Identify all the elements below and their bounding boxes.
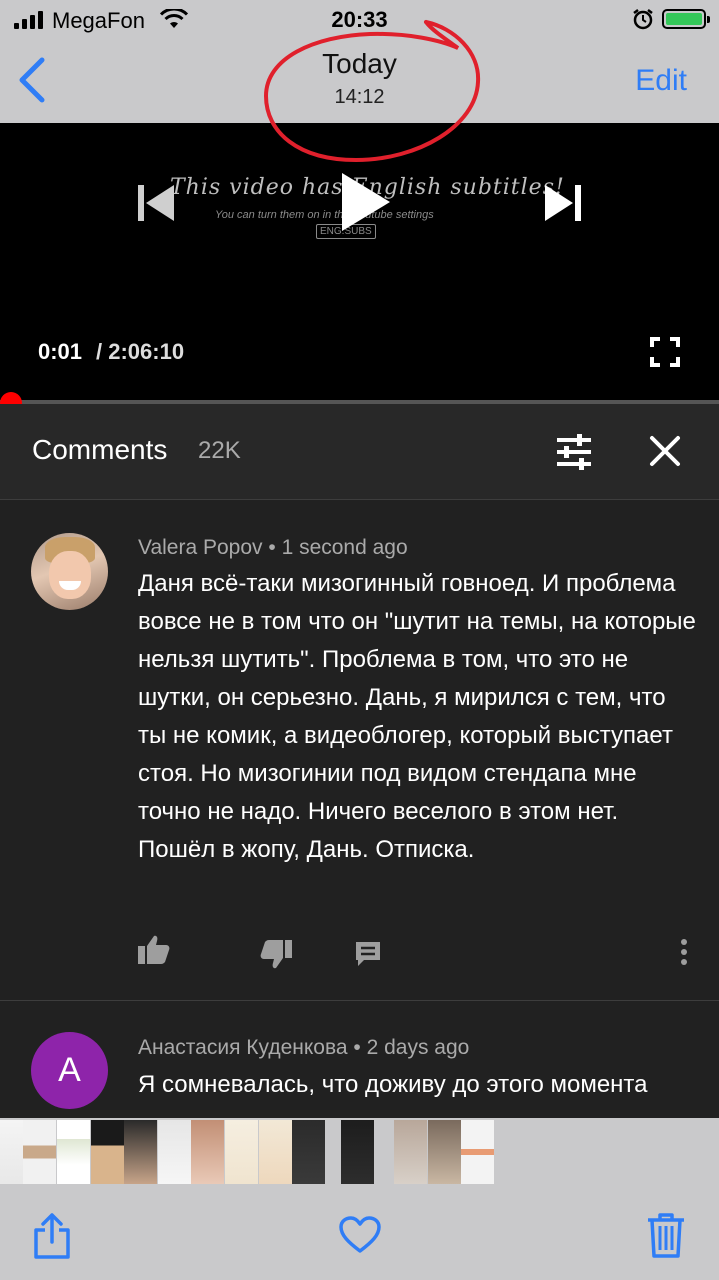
status-bar: MegaFon 20:33	[0, 0, 719, 40]
next-track-icon[interactable]	[543, 185, 581, 221]
comments-count: 22K	[198, 437, 241, 464]
dislike-icon[interactable]	[260, 940, 292, 970]
like-icon[interactable]	[138, 934, 170, 964]
comments-title: Comments	[32, 434, 168, 465]
fullscreen-icon[interactable]	[650, 337, 680, 367]
sort-filter-icon[interactable]	[555, 434, 593, 470]
comment-author[interactable]: Анастасия Куденкова	[138, 1036, 348, 1059]
alarm-icon	[633, 9, 653, 30]
photo-thumbnail[interactable]	[341, 1120, 374, 1184]
photo-thumbnail-strip[interactable]	[0, 1118, 719, 1186]
comment-meta: Valera Popov • 1 second ago	[138, 536, 408, 559]
nav-subtitle-time: 14:12	[334, 86, 385, 108]
photo-thumbnail[interactable]	[158, 1120, 191, 1184]
comment-meta: Анастасия Куденкова • 2 days ago	[138, 1036, 470, 1059]
previous-track-icon[interactable]	[138, 185, 176, 221]
delete-trash-icon[interactable]	[646, 1212, 686, 1258]
reply-icon[interactable]	[354, 940, 382, 968]
comment-text: Я сомневалась, что доживу до этого момен…	[138, 1071, 648, 1098]
play-icon[interactable]	[340, 171, 392, 233]
duration: / 2:06:10	[96, 339, 185, 364]
photo-thumbnail[interactable]	[428, 1120, 461, 1184]
photo-thumbnail[interactable]	[57, 1120, 90, 1184]
comment-text: Даня всё-таки мизогинный говноед. И проб…	[138, 570, 696, 863]
photo-thumbnail[interactable]	[191, 1120, 224, 1184]
photos-top-bar: MegaFon 20:33 Today 14:12 Edit	[0, 0, 719, 123]
video-player[interactable]: This video has English subtitles! You ca…	[0, 123, 719, 403]
comment-age: 1 second ago	[281, 536, 408, 559]
comment-actions	[0, 934, 719, 974]
photo-thumbnail[interactable]	[259, 1120, 292, 1184]
photo-thumbnail[interactable]	[394, 1120, 427, 1184]
comment-item: A Анастасия Куденкова • 2 days ago Я сом…	[0, 1002, 719, 1118]
photo-thumbnail[interactable]	[461, 1120, 494, 1184]
battery-icon	[662, 9, 710, 29]
avatar[interactable]	[31, 533, 108, 610]
avatar[interactable]: A	[31, 1032, 108, 1109]
photo-thumbnail[interactable]	[225, 1120, 258, 1184]
photo-thumbnail[interactable]	[292, 1120, 325, 1184]
photos-bottom-toolbar	[0, 1186, 719, 1280]
share-icon[interactable]	[32, 1212, 72, 1260]
more-options-icon[interactable]	[680, 938, 688, 966]
comment-item: Valera Popov • 1 second ago Даня всё-так…	[0, 501, 719, 1001]
current-time: 0:01	[38, 339, 83, 364]
comment-author[interactable]: Valera Popov	[138, 536, 263, 559]
nav-title: Today	[322, 48, 397, 79]
comments-header: Comments 22K	[0, 404, 719, 500]
photo-thumbnail[interactable]	[91, 1120, 124, 1184]
close-icon[interactable]	[648, 434, 682, 468]
status-time: 20:33	[331, 7, 388, 32]
subtitles-notice-hint: You can turn them on in the Youtube sett…	[215, 209, 434, 221]
edit-button[interactable]: Edit	[635, 64, 687, 98]
photo-thumbnail[interactable]	[23, 1120, 56, 1184]
photo-thumbnail[interactable]	[124, 1120, 157, 1184]
comment-age: 2 days ago	[366, 1036, 470, 1059]
favorite-heart-icon[interactable]	[338, 1216, 382, 1254]
